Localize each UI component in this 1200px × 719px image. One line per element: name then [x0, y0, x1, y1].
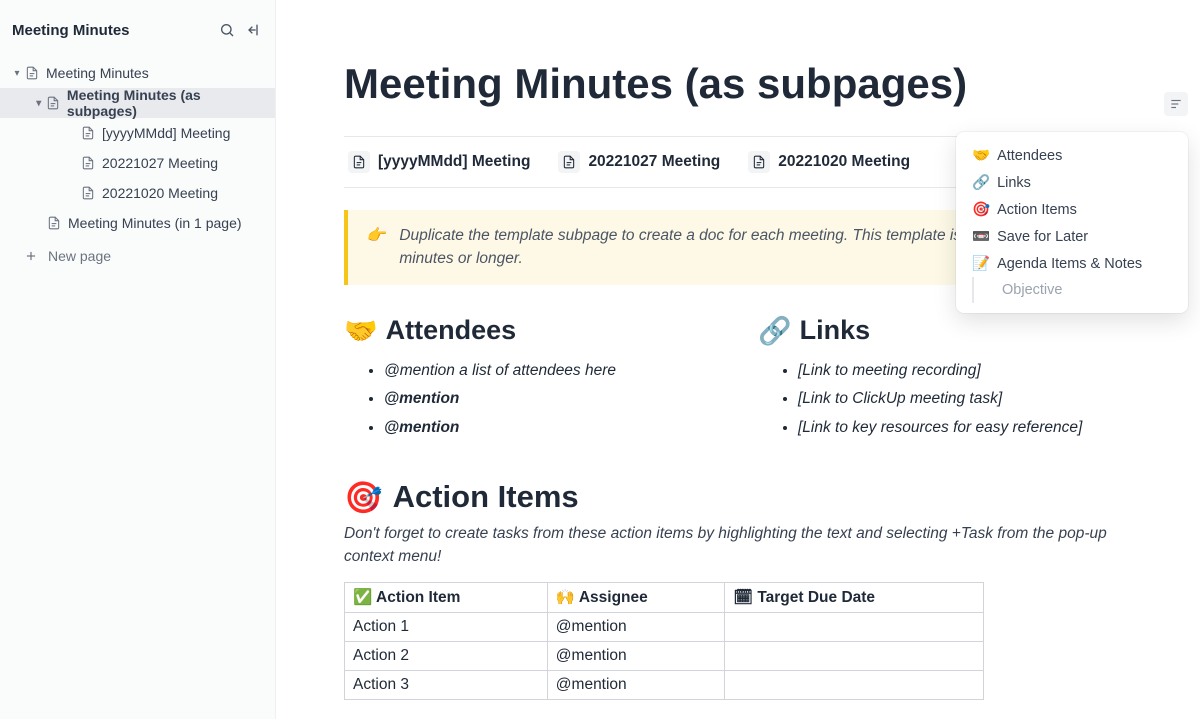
new-page-button[interactable]: New page: [0, 238, 275, 264]
attendees-emoji: 🤝: [344, 315, 378, 347]
list-item: [Link to meeting recording]: [798, 357, 1152, 386]
toc-item[interactable]: 🎯 Action Items: [956, 196, 1188, 223]
tree-item[interactable]: ▾ Meeting Minutes (as subpages): [0, 88, 275, 118]
table-row: Action 3@mention: [345, 671, 984, 700]
toc-item[interactable]: 📝 Agenda Items & Notes: [956, 250, 1188, 277]
list-item: [Link to ClickUp meeting task]: [798, 385, 1152, 414]
doc-icon: [348, 151, 370, 173]
toc-popover: 🤝 Attendees 🔗 Links 🎯 Action Items 📼 Save for L…: [956, 132, 1188, 313]
list-item: @mention a list of attendees here: [384, 357, 738, 386]
tree-item-label: Meeting Minutes (in 1 page): [68, 215, 242, 231]
toc-label: Links: [997, 175, 1031, 191]
doc-icon: [80, 126, 96, 140]
doc-icon: [45, 96, 60, 110]
col-due-date: 🗓 Target Due Date: [725, 583, 984, 613]
tree-item-label: [yyyyMMdd] Meeting: [102, 125, 230, 141]
action-items-heading: 🎯 Action Items: [344, 479, 1152, 516]
col-assignee: 🙌 Assignee: [547, 583, 725, 613]
cell-action[interactable]: Action 1: [345, 613, 548, 642]
plus-icon: [24, 249, 40, 263]
attendees-section: 🤝 Attendees @mention a list of attendees…: [344, 315, 738, 443]
toc-item[interactable]: 🤝 Attendees: [956, 142, 1188, 169]
tree-item-label: Meeting Minutes: [46, 65, 149, 81]
callout-emoji: 👉: [366, 224, 385, 271]
toc-label: Attendees: [997, 148, 1062, 164]
tree-item-label: 20221027 Meeting: [102, 155, 218, 171]
toc-label: Agenda Items & Notes: [997, 256, 1142, 272]
tree-item[interactable]: 20221020 Meeting: [0, 178, 275, 208]
new-page-label: New page: [48, 248, 111, 264]
table-row: Action 1@mention: [345, 613, 984, 642]
action-emoji: 🎯: [344, 479, 383, 516]
subpage-label: 20221027 Meeting: [588, 153, 720, 171]
action-subtext: Don't forget to create tasks from these …: [344, 522, 1152, 569]
toc-emoji: 🔗: [972, 174, 990, 191]
collapse-sidebar-icon[interactable]: [243, 20, 263, 40]
links-list: [Link to meeting recording][Link to Clic…: [758, 357, 1152, 443]
toc-item[interactable]: 🔗 Links: [956, 169, 1188, 196]
cell-due-date[interactable]: [725, 613, 984, 642]
chevron-down-icon: ▾: [32, 98, 45, 109]
cell-action[interactable]: Action 2: [345, 642, 548, 671]
toc-label: Objective: [1002, 282, 1062, 298]
tree-item[interactable]: [yyyyMMdd] Meeting: [0, 118, 275, 148]
page-title: Meeting Minutes (as subpages): [344, 60, 1152, 108]
links-emoji: 🔗: [758, 315, 792, 347]
list-item: @mention: [384, 414, 738, 443]
cell-assignee[interactable]: @mention: [547, 671, 725, 700]
toc-item[interactable]: Objective: [972, 277, 1188, 303]
links-heading: Links: [800, 315, 871, 346]
action-items-table: ✅ Action Item 🙌 Assignee 🗓 Target Due Da…: [344, 582, 984, 700]
cell-assignee[interactable]: @mention: [547, 642, 725, 671]
cell-action[interactable]: Action 3: [345, 671, 548, 700]
main-area: Meeting Minutes (as subpages) [yyyyMMdd]…: [276, 0, 1200, 719]
subpage-label: 20221020 Meeting: [778, 153, 910, 171]
subpage-label: [yyyyMMdd] Meeting: [378, 153, 530, 171]
tree-item[interactable]: ▾ Meeting Minutes: [0, 58, 275, 88]
doc-icon: [748, 151, 770, 173]
cell-assignee[interactable]: @mention: [547, 613, 725, 642]
doc-icon: [46, 216, 62, 230]
doc-icon: [558, 151, 580, 173]
two-column-section: 🤝 Attendees @mention a list of attendees…: [344, 315, 1152, 443]
toc-toggle-button[interactable]: [1164, 92, 1188, 116]
links-section: 🔗 Links [Link to meeting recording][Link…: [758, 315, 1152, 443]
toc-emoji: 📝: [972, 255, 990, 272]
sidebar-header: Meeting Minutes: [0, 20, 275, 58]
attendees-list: @mention a list of attendees here@mentio…: [344, 357, 738, 443]
doc-title: Meeting Minutes: [12, 22, 211, 39]
cell-due-date[interactable]: [725, 671, 984, 700]
toc-emoji: 📼: [972, 228, 990, 245]
cell-due-date[interactable]: [725, 642, 984, 671]
chevron-down-icon: ▾: [10, 68, 24, 79]
toc-item[interactable]: 📼 Save for Later: [956, 223, 1188, 250]
doc-icon: [80, 156, 96, 170]
toc-emoji: 🎯: [972, 201, 990, 218]
doc-icon: [80, 186, 96, 200]
sidebar: Meeting Minutes ▾ Meeting Minutes ▾ Meeting…: [0, 0, 276, 719]
tree-item[interactable]: Meeting Minutes (in 1 page): [0, 208, 275, 238]
toc-label: Save for Later: [997, 229, 1088, 245]
tree-item-label: 20221020 Meeting: [102, 185, 218, 201]
col-action-item: ✅ Action Item: [345, 583, 548, 613]
tree-item[interactable]: 20221027 Meeting: [0, 148, 275, 178]
subpage-link[interactable]: 20221020 Meeting: [748, 151, 910, 173]
toc-emoji: 🤝: [972, 147, 990, 164]
list-item: @mention: [384, 385, 738, 414]
toc-label: Action Items: [997, 202, 1077, 218]
tree-item-label: Meeting Minutes (as subpages): [67, 87, 267, 119]
attendees-heading: Attendees: [386, 315, 517, 346]
subpage-link[interactable]: [yyyyMMdd] Meeting: [348, 151, 530, 173]
action-heading-text: Action Items: [393, 479, 579, 515]
page-tree: ▾ Meeting Minutes ▾ Meeting Minutes (as sub…: [0, 58, 275, 238]
subpage-link[interactable]: 20221027 Meeting: [558, 151, 720, 173]
table-row: Action 2@mention: [345, 642, 984, 671]
doc-icon: [24, 66, 40, 80]
search-icon[interactable]: [217, 20, 237, 40]
page-content: Meeting Minutes (as subpages) [yyyyMMdd]…: [276, 0, 1200, 719]
list-item: [Link to key resources for easy referenc…: [798, 414, 1152, 443]
